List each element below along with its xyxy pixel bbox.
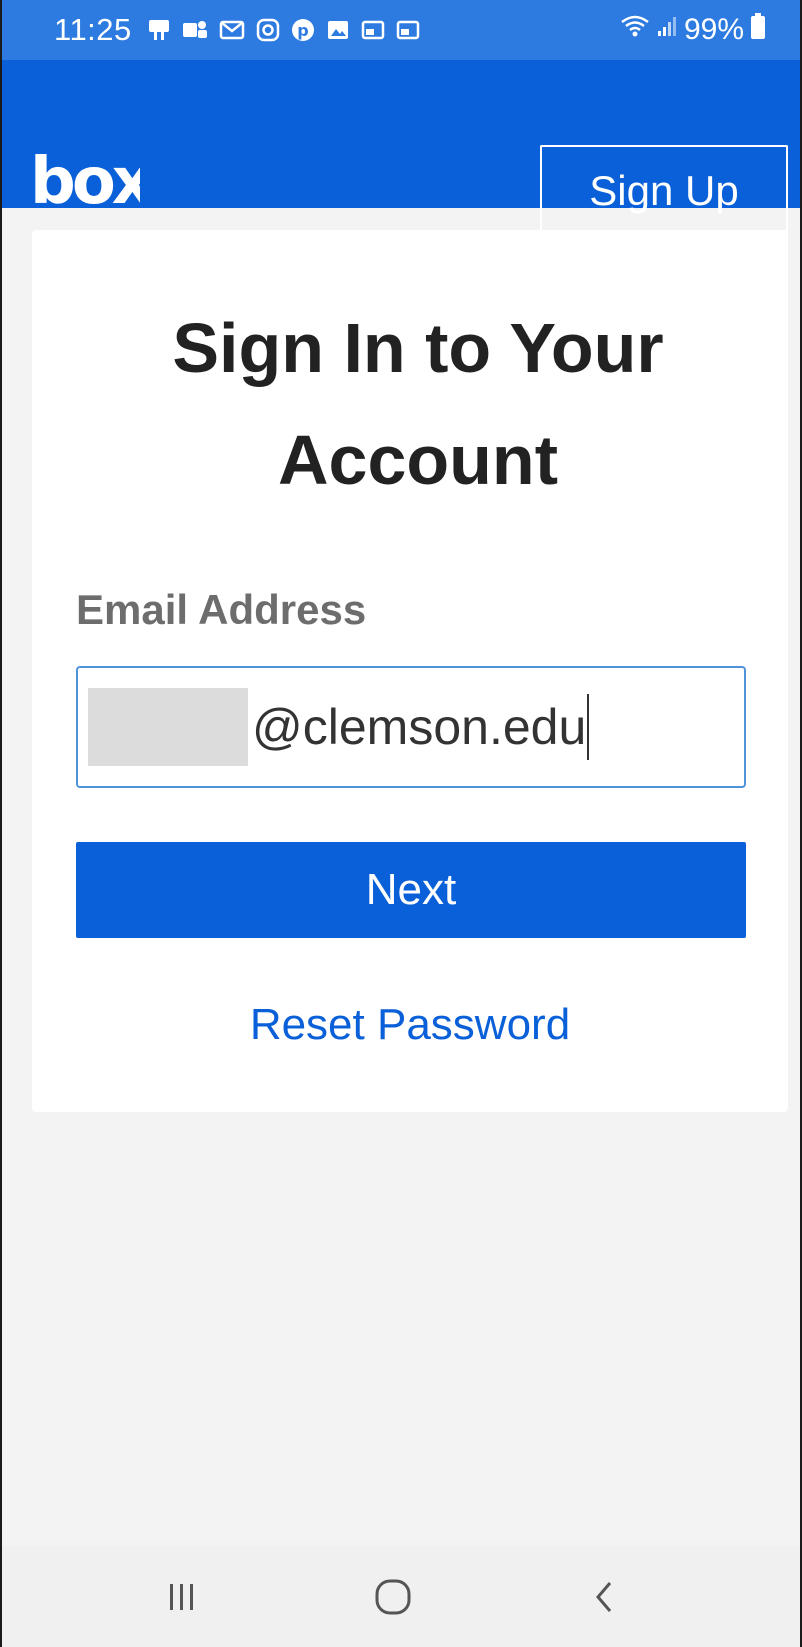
battery-icon [750,12,766,48]
system-status: 99% [620,12,766,48]
sign-in-card: Sign In to Your Account Email Address @c… [32,230,788,1112]
back-icon[interactable] [545,1546,665,1647]
sign-up-button[interactable]: Sign Up [540,145,788,237]
box-logo[interactable]: box [30,150,140,208]
email-field[interactable]: @clemson.edu [76,666,746,788]
next-button[interactable]: Next [76,842,746,938]
instagram-icon [255,17,281,43]
pinterest-icon: p [290,17,316,43]
status-bar: 11:25 p 99% [2,0,800,60]
gmail-icon [218,17,246,43]
app-bar: box Sign Up [2,60,800,237]
recent-apps-icon[interactable] [122,1546,242,1647]
svg-text:p: p [297,21,308,40]
teams-icon [181,17,209,43]
wifi-icon [620,13,650,47]
navigation-bar [2,1546,800,1647]
notification-icons: p [146,17,421,43]
gallery-icon [325,17,351,43]
phone-screen: 11:25 p 99% box Sign Up Sign In to Your … [0,0,802,1647]
email-value: @clemson.edu [252,699,587,755]
cast-icon [360,17,386,43]
page-title: Sign In to Your Account [172,309,664,499]
email-label: Email Address [76,586,367,633]
status-time: 11:25 [54,12,132,47]
voicemail-icon [146,17,172,43]
reset-password-link[interactable]: Reset Password [32,1000,788,1050]
battery-level: 99% [683,13,744,46]
redacted-username [88,688,248,766]
home-icon[interactable] [333,1546,453,1647]
text-caret [587,694,590,760]
signal-icon [656,13,678,47]
cast-icon [395,17,421,43]
